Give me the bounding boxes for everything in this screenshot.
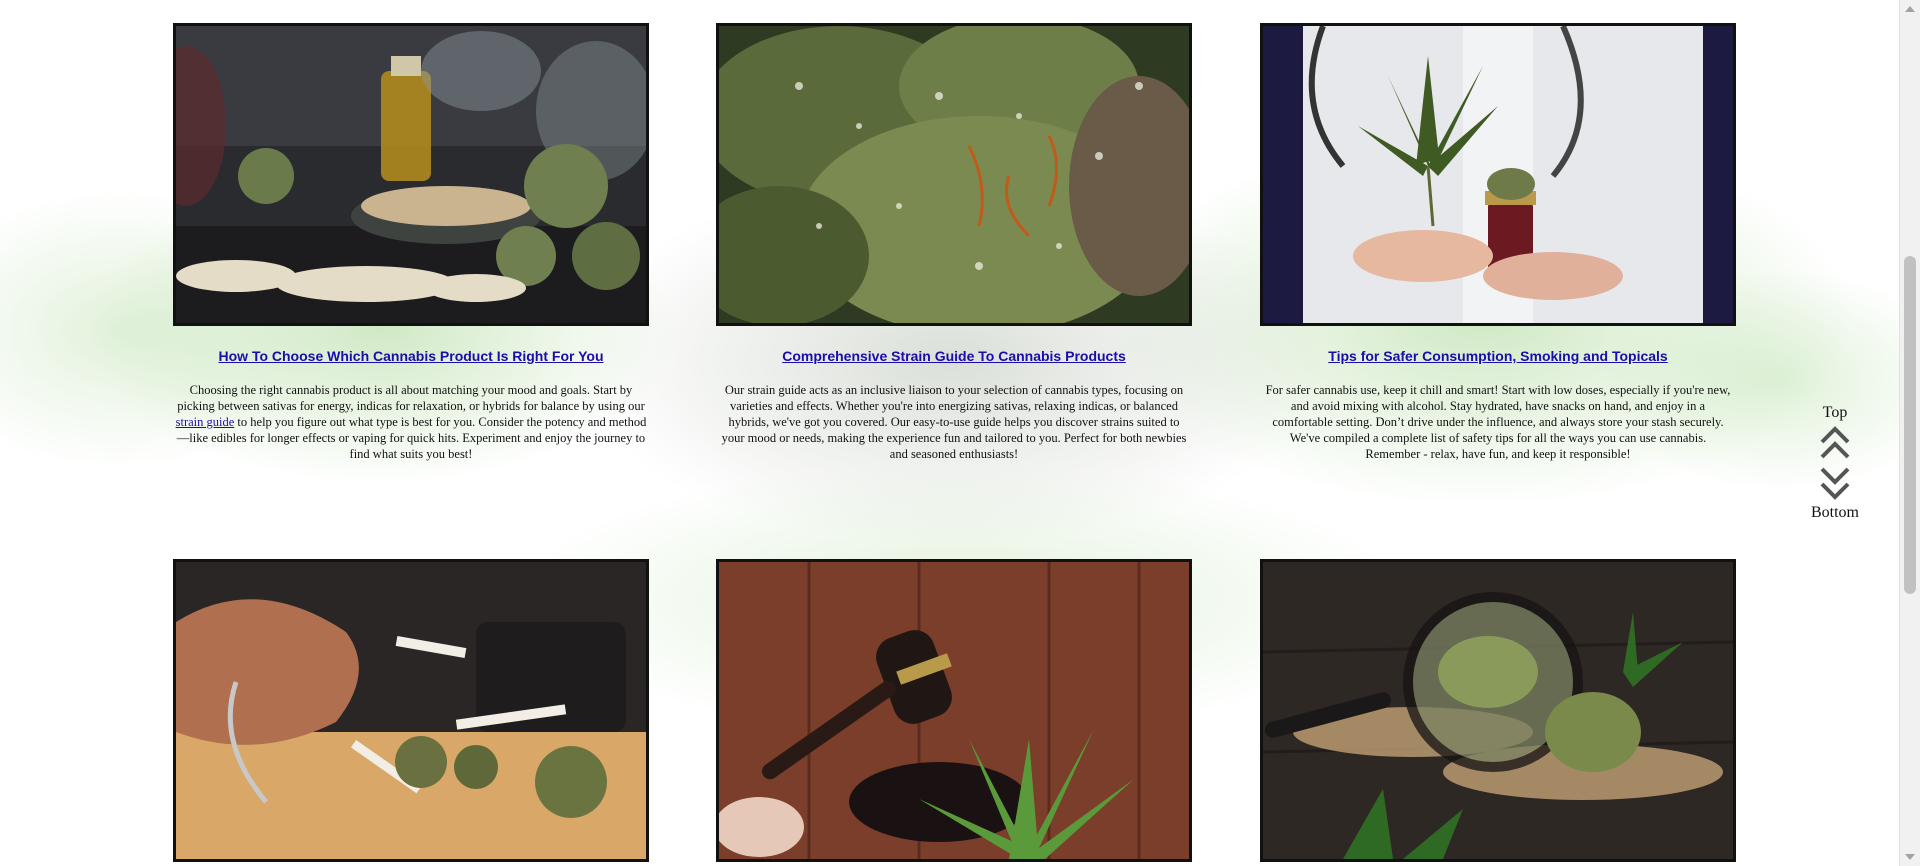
scrollbar-thumb[interactable] xyxy=(1904,256,1916,594)
cannabis-bud-macro-photo[interactable] xyxy=(716,23,1192,326)
strain-guide-link[interactable]: strain guide xyxy=(176,415,235,429)
scroll-up-arrow-icon[interactable] xyxy=(1905,6,1915,12)
card-description: For safer cannabis use, keep it chill an… xyxy=(1265,383,1731,461)
card-magnifier-photo xyxy=(1260,559,1736,862)
card-title-link[interactable]: How To Choose Which Cannabis Product Is … xyxy=(173,348,649,364)
magnifying-glass-bud-photo[interactable] xyxy=(1260,559,1736,862)
card-safer-consumption: Tips for Safer Consumption, Smoking and … xyxy=(1260,23,1736,462)
card-description: Our strain guide acts as an inclusive li… xyxy=(721,383,1187,461)
card-choose-product: How To Choose Which Cannabis Product Is … xyxy=(173,23,649,462)
card-title-link[interactable]: Tips for Safer Consumption, Smoking and … xyxy=(1260,348,1736,364)
desc-text-before: Choosing the right cannabis product is a… xyxy=(177,383,645,413)
gavel-and-leaf-photo[interactable] xyxy=(716,559,1192,862)
desc-text-after: to help you figure out what type is best… xyxy=(176,415,647,461)
scroll-down-arrow-icon[interactable] xyxy=(1905,854,1915,860)
scroll-bottom-label[interactable]: Bottom xyxy=(1800,504,1870,522)
card-strain-guide: Comprehensive Strain Guide To Cannabis P… xyxy=(716,23,1192,462)
doctor-holding-leaf-photo[interactable] xyxy=(1260,23,1736,326)
card-joint-photo xyxy=(173,559,649,862)
scroll-navigation: Top Bottom xyxy=(1800,404,1870,522)
product-photo-jars-oil-seeds[interactable] xyxy=(173,23,649,326)
double-chevron-down-icon[interactable] xyxy=(1819,464,1851,502)
card-title-link[interactable]: Comprehensive Strain Guide To Cannabis P… xyxy=(716,348,1192,364)
page-scrollbar[interactable] xyxy=(1899,0,1920,866)
card-legal-photo xyxy=(716,559,1192,862)
card-description: Choosing the right cannabis product is a… xyxy=(173,382,649,462)
page: How To Choose Which Cannabis Product Is … xyxy=(0,0,1920,866)
scroll-top-label[interactable]: Top xyxy=(1800,404,1870,422)
double-chevron-up-icon[interactable] xyxy=(1819,424,1851,462)
hand-with-joint-photo[interactable] xyxy=(173,559,649,862)
